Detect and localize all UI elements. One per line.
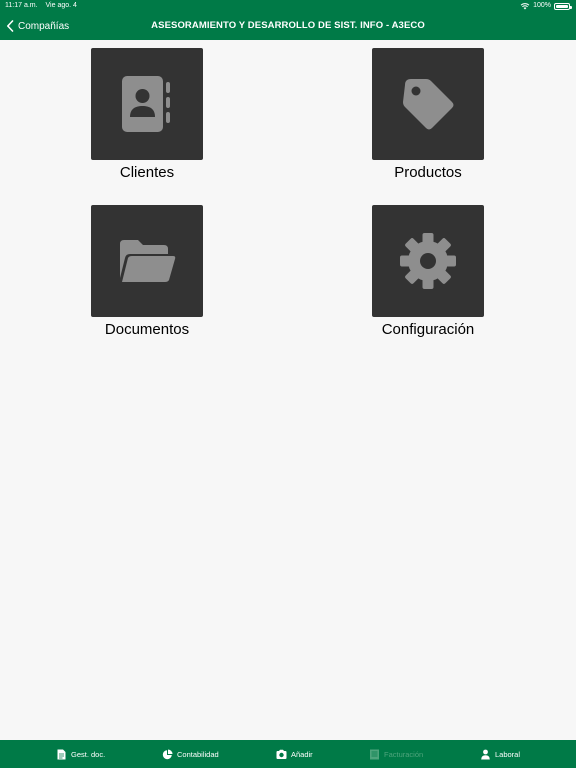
status-time: 11:17 a.m. [5, 2, 38, 9]
person-icon [481, 749, 490, 759]
battery-icon [554, 2, 572, 10]
document-icon [57, 749, 66, 759]
invoice-icon [370, 749, 379, 759]
documentos-tile[interactable] [91, 205, 203, 317]
clientes-label[interactable]: Clientes [47, 164, 247, 181]
tab-laboral[interactable]: Laboral [480, 740, 520, 768]
configuracion-tile[interactable] [372, 205, 484, 317]
folder-icon [120, 240, 176, 282]
contacts-icon [122, 76, 170, 132]
tab-gest-doc[interactable]: Gest. doc. [56, 740, 105, 768]
tag-icon [403, 79, 454, 130]
tab-contabilidad-label: Contabilidad [177, 749, 219, 759]
top-bar: 11:17 a.m. Vie ago. 4 100% Compañías ASE… [0, 0, 576, 40]
pie-chart-icon [162, 749, 173, 759]
tab-anadir[interactable]: Añadir [276, 740, 313, 768]
configuracion-label[interactable]: Configuración [328, 321, 528, 338]
documentos-label[interactable]: Documentos [47, 321, 247, 338]
wifi-icon [520, 3, 530, 10]
productos-tile[interactable] [372, 48, 484, 160]
clientes-tile[interactable] [91, 48, 203, 160]
tab-laboral-label: Laboral [495, 749, 521, 759]
bottom-tab-bar: Gest. doc. Contabilidad Añadir Facturaci… [0, 740, 576, 768]
status-bar: 11:17 a.m. Vie ago. 4 100% [0, 0, 576, 12]
gear-icon [400, 233, 456, 289]
battery-percent: 100% [533, 2, 551, 9]
tab-anadir-label: Añadir [291, 749, 313, 759]
page-title: ASESORAMIENTO Y DESARROLLO DE SIST. INFO… [151, 20, 425, 31]
tab-gest-doc-label: Gest. doc. [71, 749, 106, 759]
camera-icon [276, 749, 287, 759]
tab-facturacion[interactable]: Facturación [369, 740, 423, 768]
status-date: Vie ago. 4 [45, 2, 77, 9]
navigation-bar: Compañías ASESORAMIENTO Y DESARROLLO DE … [0, 12, 576, 40]
tab-contabilidad[interactable]: Contabilidad [162, 740, 219, 768]
productos-label[interactable]: Productos [328, 164, 528, 181]
tab-facturacion-label: Facturación [384, 749, 424, 759]
